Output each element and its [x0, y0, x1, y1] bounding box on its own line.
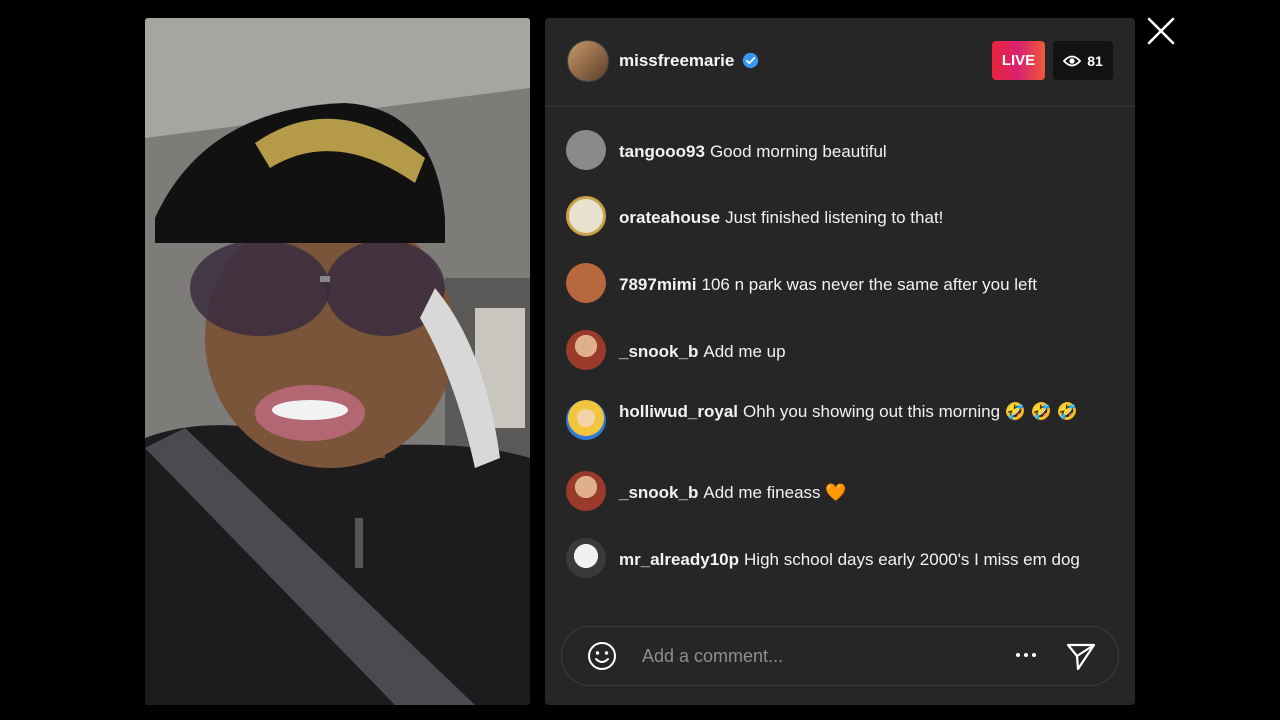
commenter-avatar[interactable]: [566, 196, 606, 236]
comment-text: Add me up: [703, 342, 786, 361]
viewer-count-badge[interactable]: 81: [1053, 41, 1113, 80]
live-viewer: missfreemarie LIVE 81 tangooo93 Good morn…: [0, 0, 1280, 720]
comment-username[interactable]: holliwud_royal: [619, 402, 738, 421]
commenter-avatar[interactable]: [566, 471, 606, 511]
comment-text: Just finished listening to that!: [725, 208, 944, 227]
live-badge: LIVE: [992, 41, 1045, 80]
live-chat-panel: missfreemarie LIVE 81 tangooo93 Good morn…: [545, 18, 1135, 705]
comment-text: Add me fineass 🧡: [703, 483, 847, 502]
close-icon[interactable]: [1146, 16, 1176, 46]
comment-username[interactable]: _snook_b: [619, 483, 698, 502]
commenter-avatar[interactable]: [566, 263, 606, 303]
comment-username[interactable]: mr_already10p: [619, 550, 739, 569]
commenter-avatar[interactable]: [566, 538, 606, 578]
emoji-icon[interactable]: [586, 640, 618, 672]
commenter-avatar[interactable]: [566, 130, 606, 170]
more-icon[interactable]: [1014, 645, 1038, 665]
comment-input[interactable]: [640, 641, 1004, 671]
comment-text: 106 n park was never the same after you …: [701, 275, 1037, 294]
comment-username[interactable]: 7897mimi: [619, 275, 697, 294]
commenter-avatar[interactable]: [566, 330, 606, 370]
eye-icon: [1063, 55, 1082, 66]
comment-text: High school days early 2000's I miss em …: [744, 550, 1080, 569]
send-icon[interactable]: [1065, 640, 1097, 672]
comment-username[interactable]: tangooo93: [619, 142, 705, 161]
comment-text: Good morning beautiful: [709, 142, 887, 161]
video-frame-illustration: [145, 18, 530, 705]
comment-composer: [561, 626, 1119, 686]
viewer-count: 81: [1087, 52, 1103, 69]
comment-text: Ohh you showing out this morning 🤣 🤣 🤣: [743, 402, 1078, 421]
host-avatar[interactable]: [567, 40, 609, 82]
live-video[interactable]: [145, 18, 530, 705]
comment-username[interactable]: _snook_b: [619, 342, 698, 361]
live-header: missfreemarie LIVE 81: [545, 18, 1135, 107]
comment-username[interactable]: orateahouse: [619, 208, 720, 227]
commenter-avatar[interactable]: [566, 400, 606, 440]
host-username[interactable]: missfreemarie: [619, 51, 734, 71]
verified-badge-icon: [742, 52, 759, 69]
